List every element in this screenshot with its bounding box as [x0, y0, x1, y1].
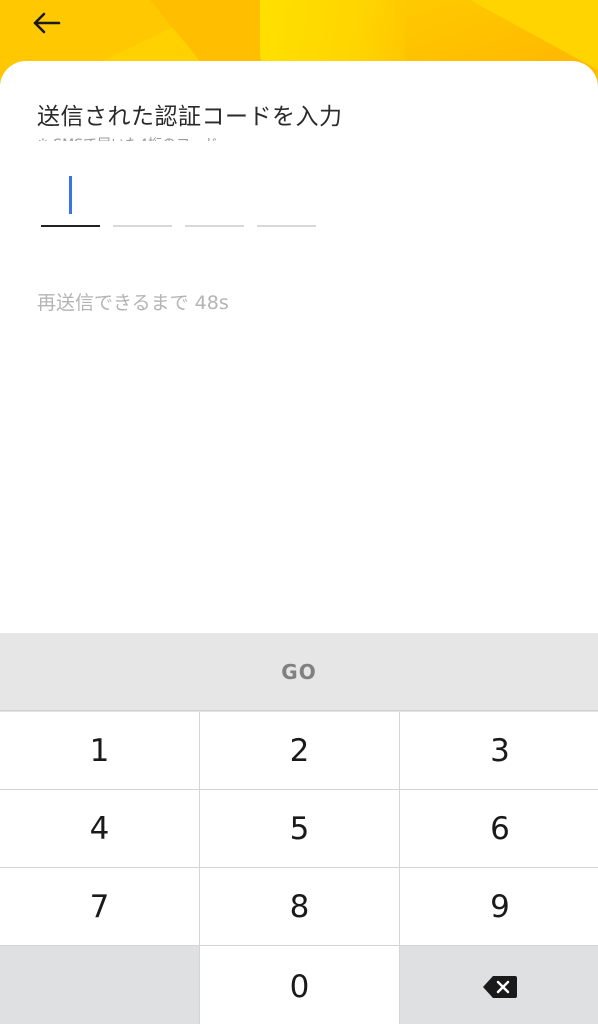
- key-0[interactable]: 0: [200, 946, 399, 1024]
- key-blank: [0, 946, 199, 1024]
- key-3[interactable]: 3: [400, 712, 598, 789]
- keypad-grid: 1 2 3 4 5 6 7 8 9 0: [0, 712, 598, 1024]
- backspace-button[interactable]: [400, 946, 598, 1024]
- code-input-row[interactable]: [41, 169, 316, 227]
- code-digit-3[interactable]: [185, 169, 244, 227]
- backspace-icon: [483, 975, 517, 998]
- key-7[interactable]: 7: [0, 868, 199, 945]
- arrow-left-icon: [33, 12, 61, 34]
- back-button[interactable]: [26, 6, 66, 40]
- page-title: 送信された認証コードを入力: [37, 104, 343, 130]
- key-9[interactable]: 9: [400, 868, 598, 945]
- code-digit-1[interactable]: [41, 169, 100, 227]
- key-1[interactable]: 1: [0, 712, 199, 789]
- go-button[interactable]: GO: [0, 633, 598, 711]
- page-subtitle: ※ SMSで届いた4桁のコード: [37, 131, 218, 141]
- code-digit-2[interactable]: [113, 169, 172, 227]
- key-2[interactable]: 2: [200, 712, 399, 789]
- key-4[interactable]: 4: [0, 790, 199, 867]
- key-5[interactable]: 5: [200, 790, 399, 867]
- key-6[interactable]: 6: [400, 790, 598, 867]
- key-8[interactable]: 8: [200, 868, 399, 945]
- verification-screen: 送信された認証コードを入力 ※ SMSで届いた4桁のコード 再送信できるまで 4…: [0, 0, 598, 1024]
- text-caret: [69, 176, 72, 214]
- code-digit-4[interactable]: [257, 169, 316, 227]
- numeric-keyboard: GO 1 2 3 4 5 6 7 8 9 0: [0, 633, 598, 1024]
- verification-card: 送信された認証コードを入力 ※ SMSで届いた4桁のコード 再送信できるまで 4…: [0, 61, 598, 641]
- resend-countdown: 再送信できるまで 48s: [37, 292, 229, 314]
